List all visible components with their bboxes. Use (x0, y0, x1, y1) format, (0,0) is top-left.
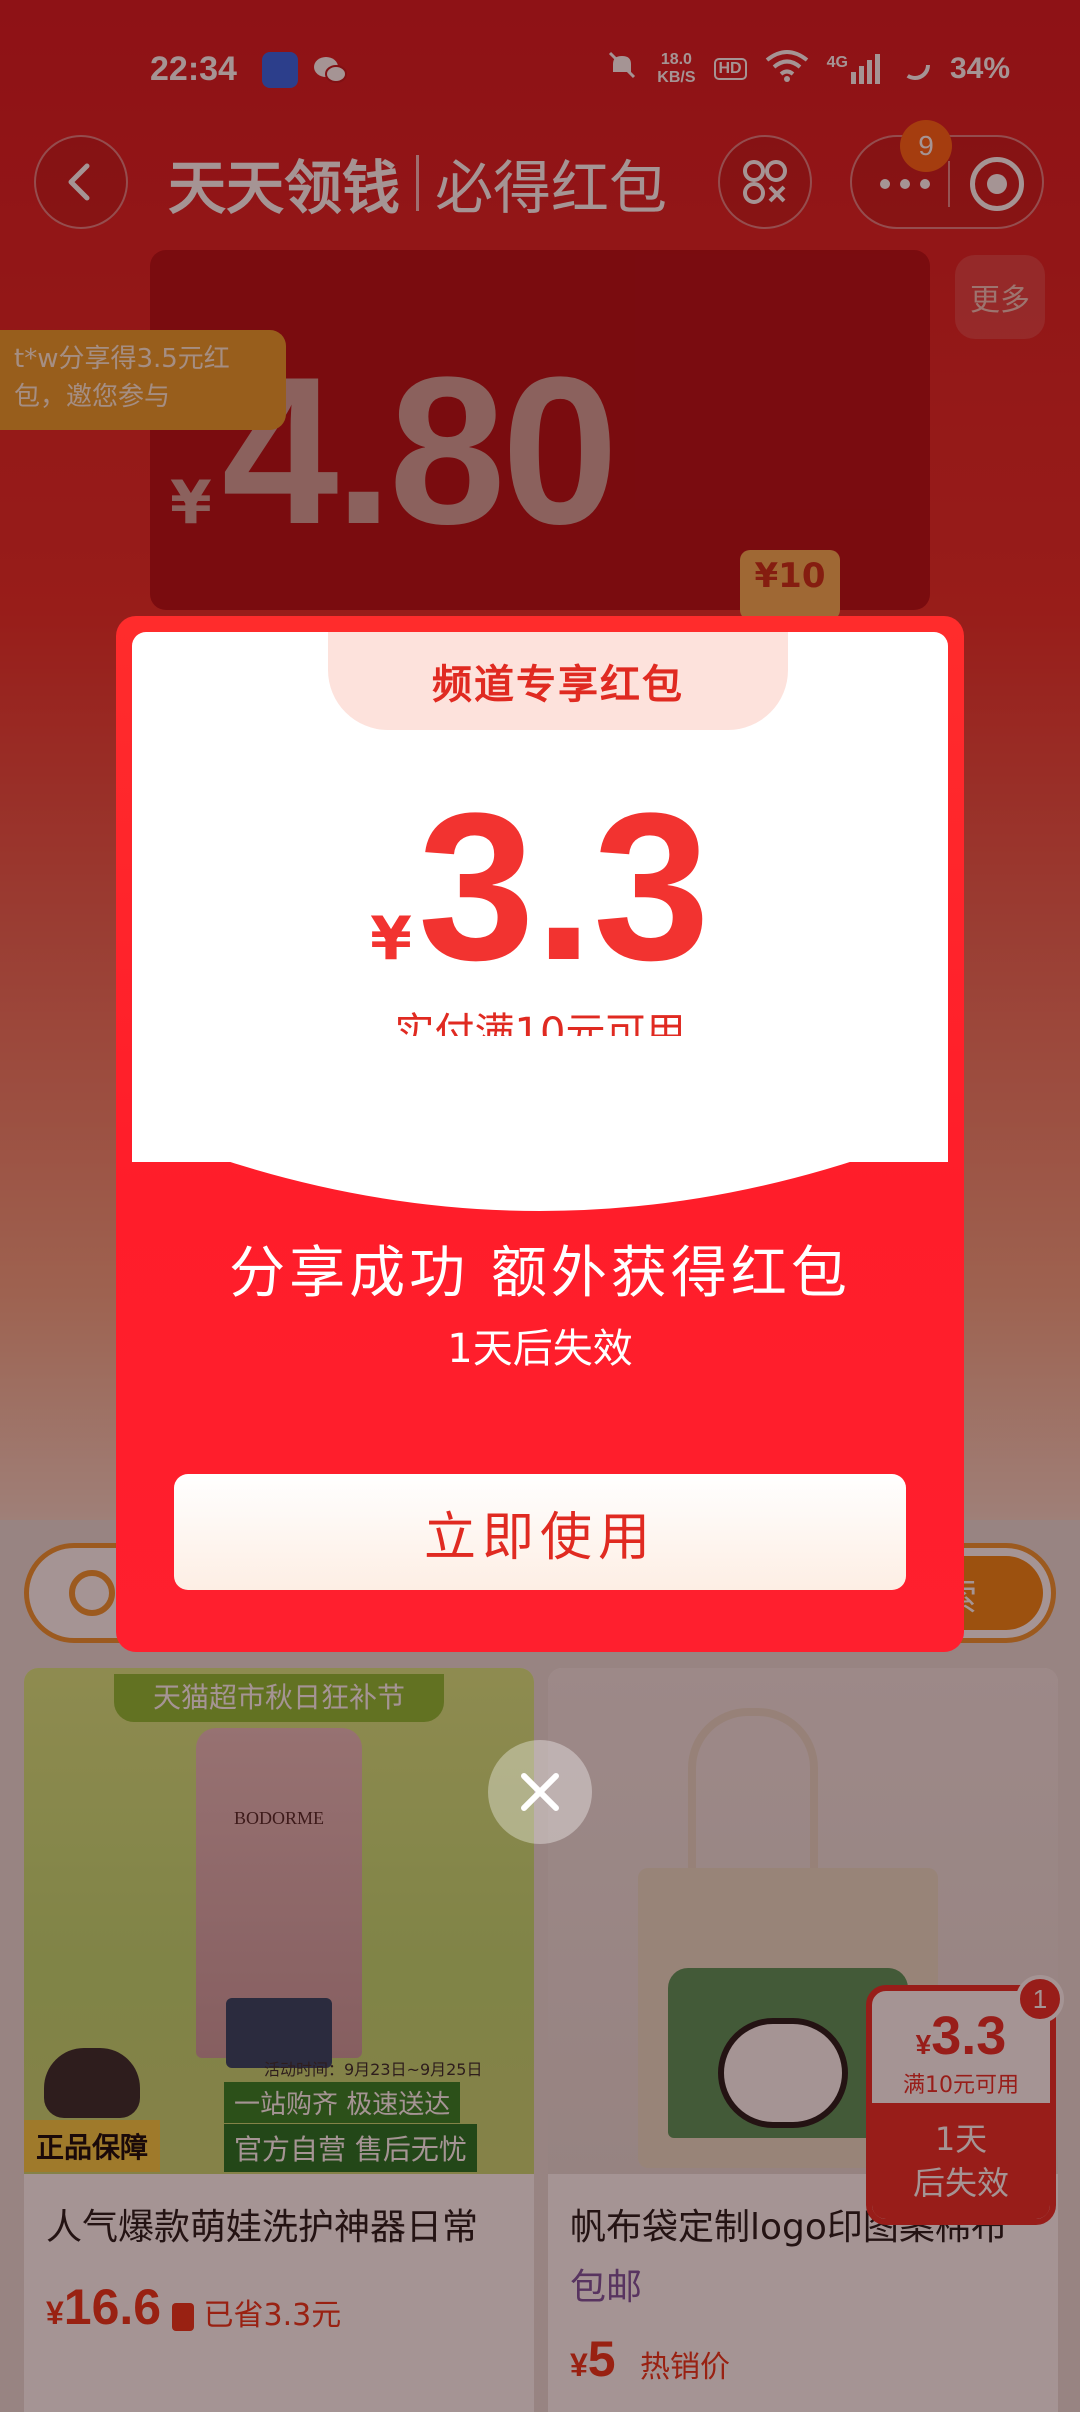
use-now-button[interactable]: 立即使用 (174, 1474, 906, 1590)
expire-text: 1天后失效 (447, 1326, 633, 1372)
success-headline: 分享成功 额外获得红包 (229, 1241, 851, 1306)
close-modal-button[interactable] (488, 1740, 592, 1844)
coupon-amount: ¥ 3.3 (132, 782, 948, 992)
red-packet-modal: 频道专享红包 ¥ 3.3 实付满10元可用 分享成功 额外获得红包 1天后失效 … (116, 616, 964, 1652)
coupon-type-label: 频道专享红包 (328, 632, 788, 730)
close-icon (521, 1773, 559, 1811)
coupon-amount-yen: ¥ (370, 904, 412, 974)
coupon-amount-value: 3.3 (417, 769, 710, 1004)
